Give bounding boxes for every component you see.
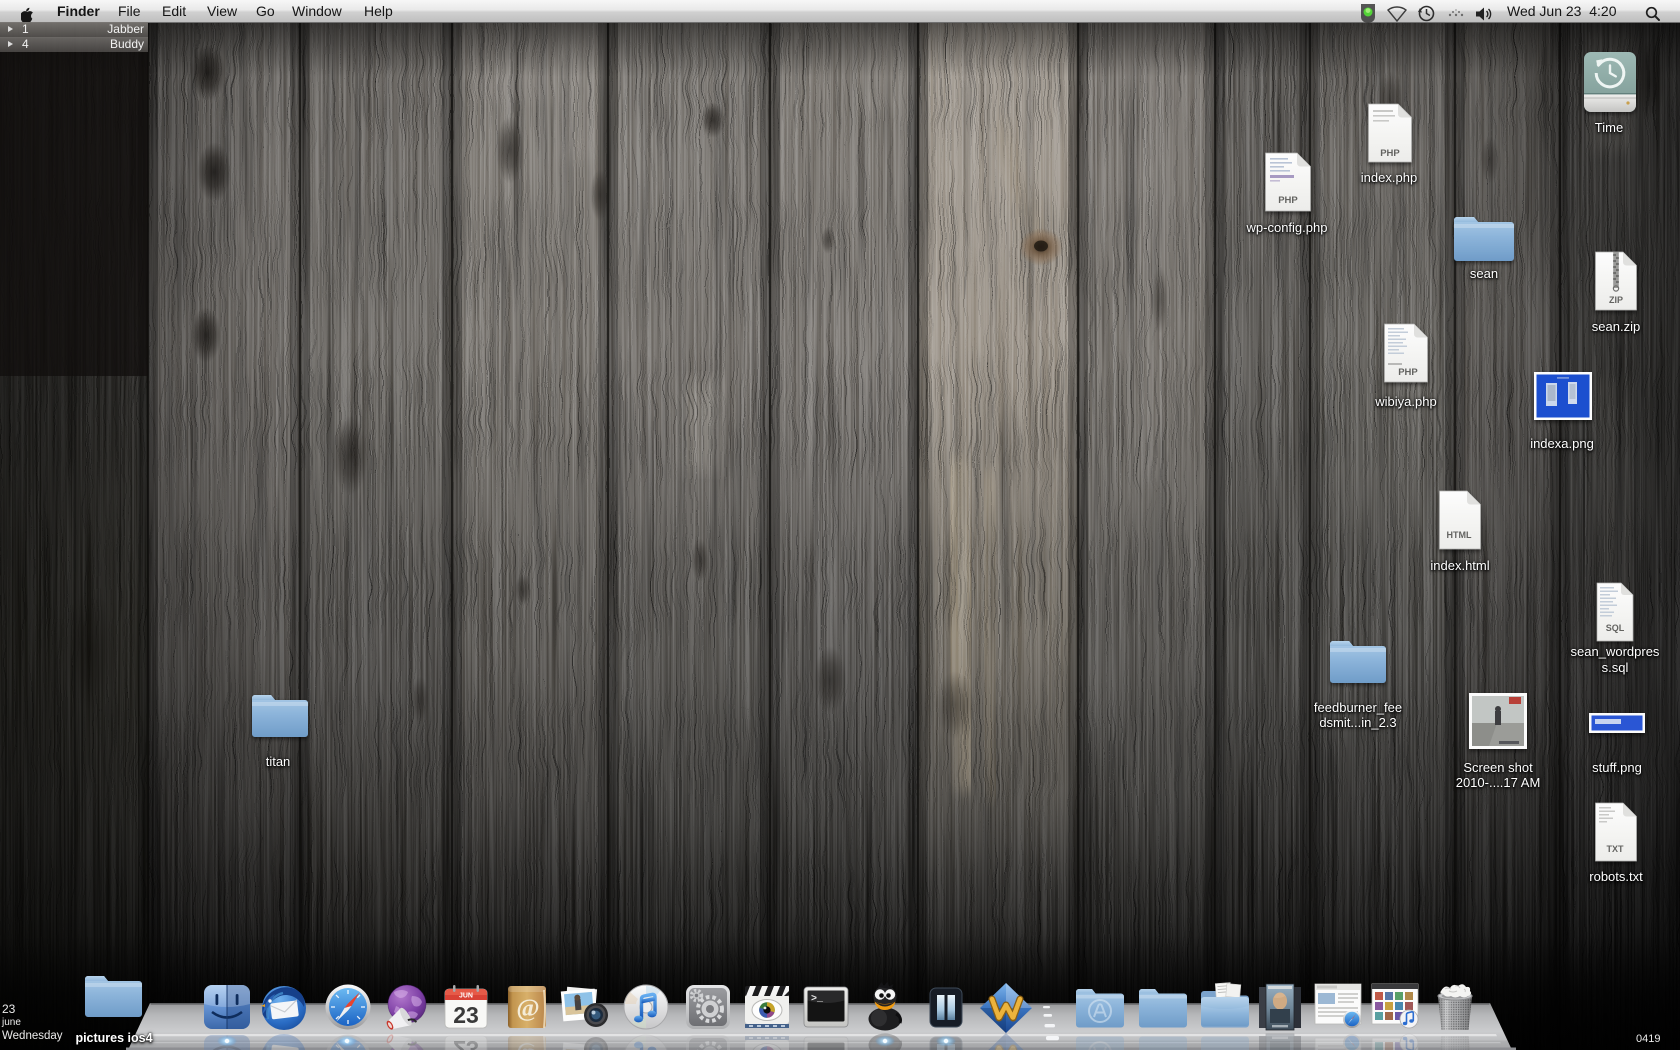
svg-text:ZIP: ZIP xyxy=(1609,295,1623,305)
svg-text:PHP: PHP xyxy=(1278,195,1298,206)
svg-text:>_: >_ xyxy=(811,994,824,1005)
svg-text:PHP: PHP xyxy=(1398,367,1418,378)
svg-text:HTML: HTML xyxy=(1447,530,1472,540)
svg-text:PHP: PHP xyxy=(1380,148,1400,159)
svg-text:23: 23 xyxy=(453,1002,479,1028)
svg-text:@: @ xyxy=(516,995,539,1022)
svg-text:SQL: SQL xyxy=(1606,623,1625,633)
svg-text:JUN: JUN xyxy=(459,993,473,1000)
svg-text:TXT: TXT xyxy=(1607,844,1625,854)
